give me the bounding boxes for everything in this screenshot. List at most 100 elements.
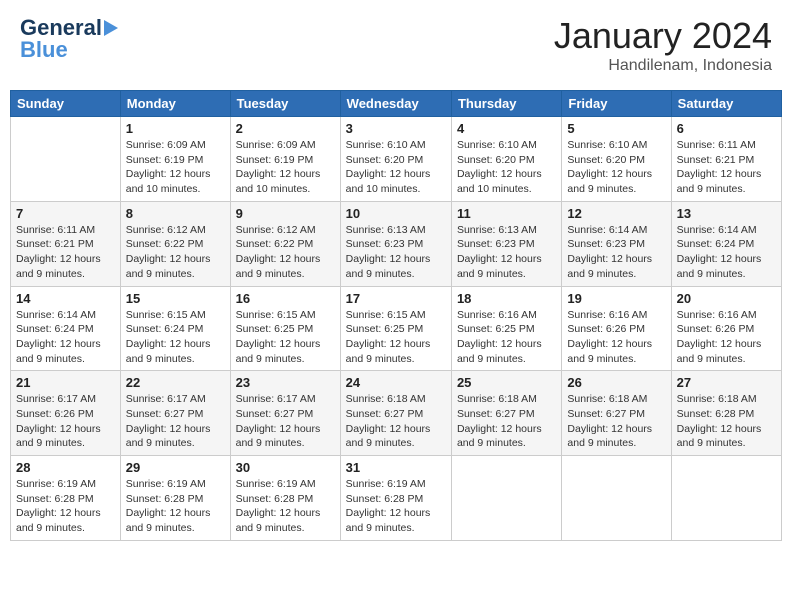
day-number: 28 bbox=[16, 460, 115, 475]
column-header-wednesday: Wednesday bbox=[340, 91, 451, 117]
calendar-week-4: 21 Sunrise: 6:17 AMSunset: 6:26 PMDayligh… bbox=[11, 371, 782, 456]
column-header-friday: Friday bbox=[562, 91, 671, 117]
calendar-cell: 10 Sunrise: 6:13 AMSunset: 6:23 PMDayligh… bbox=[340, 201, 451, 286]
day-number: 17 bbox=[346, 291, 446, 306]
calendar-cell bbox=[11, 117, 121, 202]
calendar-cell: 9 Sunrise: 6:12 AMSunset: 6:22 PMDaylight… bbox=[230, 201, 340, 286]
calendar-cell: 26 Sunrise: 6:18 AMSunset: 6:27 PMDayligh… bbox=[562, 371, 671, 456]
location-title: Handilenam, Indonesia bbox=[554, 57, 772, 75]
day-info: Sunrise: 6:10 AMSunset: 6:20 PMDaylight:… bbox=[346, 138, 446, 197]
day-info: Sunrise: 6:18 AMSunset: 6:27 PMDaylight:… bbox=[457, 392, 556, 451]
day-info: Sunrise: 6:17 AMSunset: 6:27 PMDaylight:… bbox=[236, 392, 335, 451]
column-header-monday: Monday bbox=[120, 91, 230, 117]
day-info: Sunrise: 6:11 AMSunset: 6:21 PMDaylight:… bbox=[677, 138, 776, 197]
calendar-week-5: 28 Sunrise: 6:19 AMSunset: 6:28 PMDayligh… bbox=[11, 456, 782, 541]
day-info: Sunrise: 6:16 AMSunset: 6:25 PMDaylight:… bbox=[457, 308, 556, 367]
day-info: Sunrise: 6:15 AMSunset: 6:25 PMDaylight:… bbox=[236, 308, 335, 367]
column-header-sunday: Sunday bbox=[11, 91, 121, 117]
day-info: Sunrise: 6:11 AMSunset: 6:21 PMDaylight:… bbox=[16, 223, 115, 282]
day-number: 13 bbox=[677, 206, 776, 221]
calendar-cell: 11 Sunrise: 6:13 AMSunset: 6:23 PMDayligh… bbox=[451, 201, 561, 286]
day-number: 12 bbox=[567, 206, 665, 221]
day-info: Sunrise: 6:16 AMSunset: 6:26 PMDaylight:… bbox=[677, 308, 776, 367]
calendar-cell: 20 Sunrise: 6:16 AMSunset: 6:26 PMDayligh… bbox=[671, 286, 781, 371]
calendar-cell bbox=[451, 456, 561, 541]
day-number: 18 bbox=[457, 291, 556, 306]
calendar-cell: 17Sunrise: 6:15 AMSunset: 6:25 PMDayligh… bbox=[340, 286, 451, 371]
day-number: 3 bbox=[346, 121, 446, 136]
calendar-cell: 2 Sunrise: 6:09 AMSunset: 6:19 PMDaylight… bbox=[230, 117, 340, 202]
calendar-cell: 25 Sunrise: 6:18 AMSunset: 6:27 PMDayligh… bbox=[451, 371, 561, 456]
calendar-table: SundayMondayTuesdayWednesdayThursdayFrid… bbox=[10, 90, 782, 541]
calendar-cell bbox=[562, 456, 671, 541]
day-number: 21 bbox=[16, 375, 115, 390]
calendar-cell: 23Sunrise: 6:17 AMSunset: 6:27 PMDayligh… bbox=[230, 371, 340, 456]
day-number: 26 bbox=[567, 375, 665, 390]
calendar-cell: 12 Sunrise: 6:14 AMSunset: 6:23 PMDayligh… bbox=[562, 201, 671, 286]
day-number: 2 bbox=[236, 121, 335, 136]
calendar-cell bbox=[671, 456, 781, 541]
day-info: Sunrise: 6:10 AMSunset: 6:20 PMDaylight:… bbox=[457, 138, 556, 197]
calendar-cell: 19 Sunrise: 6:16 AMSunset: 6:26 PMDayligh… bbox=[562, 286, 671, 371]
calendar-cell: 30Sunrise: 6:19 AMSunset: 6:28 PMDayligh… bbox=[230, 456, 340, 541]
logo-blue: Blue bbox=[20, 37, 68, 63]
day-info: Sunrise: 6:18 AMSunset: 6:28 PMDaylight:… bbox=[677, 392, 776, 451]
day-number: 7 bbox=[16, 206, 115, 221]
day-number: 1 bbox=[126, 121, 225, 136]
calendar-cell: 31Sunrise: 6:19 AMSunset: 6:28 PMDayligh… bbox=[340, 456, 451, 541]
calendar-cell: 3 Sunrise: 6:10 AMSunset: 6:20 PMDaylight… bbox=[340, 117, 451, 202]
day-number: 14 bbox=[16, 291, 115, 306]
calendar-cell: 24Sunrise: 6:18 AMSunset: 6:27 PMDayligh… bbox=[340, 371, 451, 456]
day-info: Sunrise: 6:14 AMSunset: 6:24 PMDaylight:… bbox=[677, 223, 776, 282]
day-info: Sunrise: 6:19 AMSunset: 6:28 PMDaylight:… bbox=[126, 477, 225, 536]
column-header-thursday: Thursday bbox=[451, 91, 561, 117]
day-number: 27 bbox=[677, 375, 776, 390]
calendar-cell: 1 Sunrise: 6:09 AMSunset: 6:19 PMDaylight… bbox=[120, 117, 230, 202]
day-number: 31 bbox=[346, 460, 446, 475]
day-info: Sunrise: 6:12 AMSunset: 6:22 PMDaylight:… bbox=[236, 223, 335, 282]
day-info: Sunrise: 6:15 AMSunset: 6:24 PMDaylight:… bbox=[126, 308, 225, 367]
calendar-cell: 15 Sunrise: 6:15 AMSunset: 6:24 PMDayligh… bbox=[120, 286, 230, 371]
title-block: January 2024 Handilenam, Indonesia bbox=[554, 15, 772, 75]
calendar-header-row: SundayMondayTuesdayWednesdayThursdayFrid… bbox=[11, 91, 782, 117]
calendar-cell: 16 Sunrise: 6:15 AMSunset: 6:25 PMDayligh… bbox=[230, 286, 340, 371]
calendar-cell: 21 Sunrise: 6:17 AMSunset: 6:26 PMDayligh… bbox=[11, 371, 121, 456]
day-number: 24 bbox=[346, 375, 446, 390]
calendar-cell: 13 Sunrise: 6:14 AMSunset: 6:24 PMDayligh… bbox=[671, 201, 781, 286]
day-info: Sunrise: 6:14 AMSunset: 6:23 PMDaylight:… bbox=[567, 223, 665, 282]
calendar-cell: 8Sunrise: 6:12 AMSunset: 6:22 PMDaylight… bbox=[120, 201, 230, 286]
day-number: 11 bbox=[457, 206, 556, 221]
day-info: Sunrise: 6:16 AMSunset: 6:26 PMDaylight:… bbox=[567, 308, 665, 367]
day-number: 25 bbox=[457, 375, 556, 390]
day-number: 29 bbox=[126, 460, 225, 475]
day-number: 16 bbox=[236, 291, 335, 306]
day-info: Sunrise: 6:19 AMSunset: 6:28 PMDaylight:… bbox=[16, 477, 115, 536]
day-info: Sunrise: 6:09 AMSunset: 6:19 PMDaylight:… bbox=[126, 138, 225, 197]
logo: General Blue bbox=[20, 15, 118, 63]
day-number: 19 bbox=[567, 291, 665, 306]
calendar-cell: 7 Sunrise: 6:11 AMSunset: 6:21 PMDaylight… bbox=[11, 201, 121, 286]
calendar-cell: 29 Sunrise: 6:19 AMSunset: 6:28 PMDayligh… bbox=[120, 456, 230, 541]
calendar-week-2: 7 Sunrise: 6:11 AMSunset: 6:21 PMDaylight… bbox=[11, 201, 782, 286]
calendar-week-1: 1 Sunrise: 6:09 AMSunset: 6:19 PMDaylight… bbox=[11, 117, 782, 202]
day-number: 10 bbox=[346, 206, 446, 221]
calendar-cell: 22Sunrise: 6:17 AMSunset: 6:27 PMDayligh… bbox=[120, 371, 230, 456]
logo-arrow-icon bbox=[104, 20, 118, 36]
page-header: General Blue January 2024 Handilenam, In… bbox=[10, 10, 782, 80]
day-number: 9 bbox=[236, 206, 335, 221]
day-number: 4 bbox=[457, 121, 556, 136]
day-info: Sunrise: 6:10 AMSunset: 6:20 PMDaylight:… bbox=[567, 138, 665, 197]
day-number: 30 bbox=[236, 460, 335, 475]
day-number: 15 bbox=[126, 291, 225, 306]
calendar-cell: 27 Sunrise: 6:18 AMSunset: 6:28 PMDayligh… bbox=[671, 371, 781, 456]
day-info: Sunrise: 6:13 AMSunset: 6:23 PMDaylight:… bbox=[346, 223, 446, 282]
calendar-cell: 4 Sunrise: 6:10 AMSunset: 6:20 PMDaylight… bbox=[451, 117, 561, 202]
calendar-cell: 5Sunrise: 6:10 AMSunset: 6:20 PMDaylight… bbox=[562, 117, 671, 202]
day-info: Sunrise: 6:09 AMSunset: 6:19 PMDaylight:… bbox=[236, 138, 335, 197]
day-info: Sunrise: 6:18 AMSunset: 6:27 PMDaylight:… bbox=[567, 392, 665, 451]
day-info: Sunrise: 6:17 AMSunset: 6:27 PMDaylight:… bbox=[126, 392, 225, 451]
day-info: Sunrise: 6:17 AMSunset: 6:26 PMDaylight:… bbox=[16, 392, 115, 451]
day-info: Sunrise: 6:13 AMSunset: 6:23 PMDaylight:… bbox=[457, 223, 556, 282]
day-number: 20 bbox=[677, 291, 776, 306]
month-title: January 2024 bbox=[554, 15, 772, 57]
